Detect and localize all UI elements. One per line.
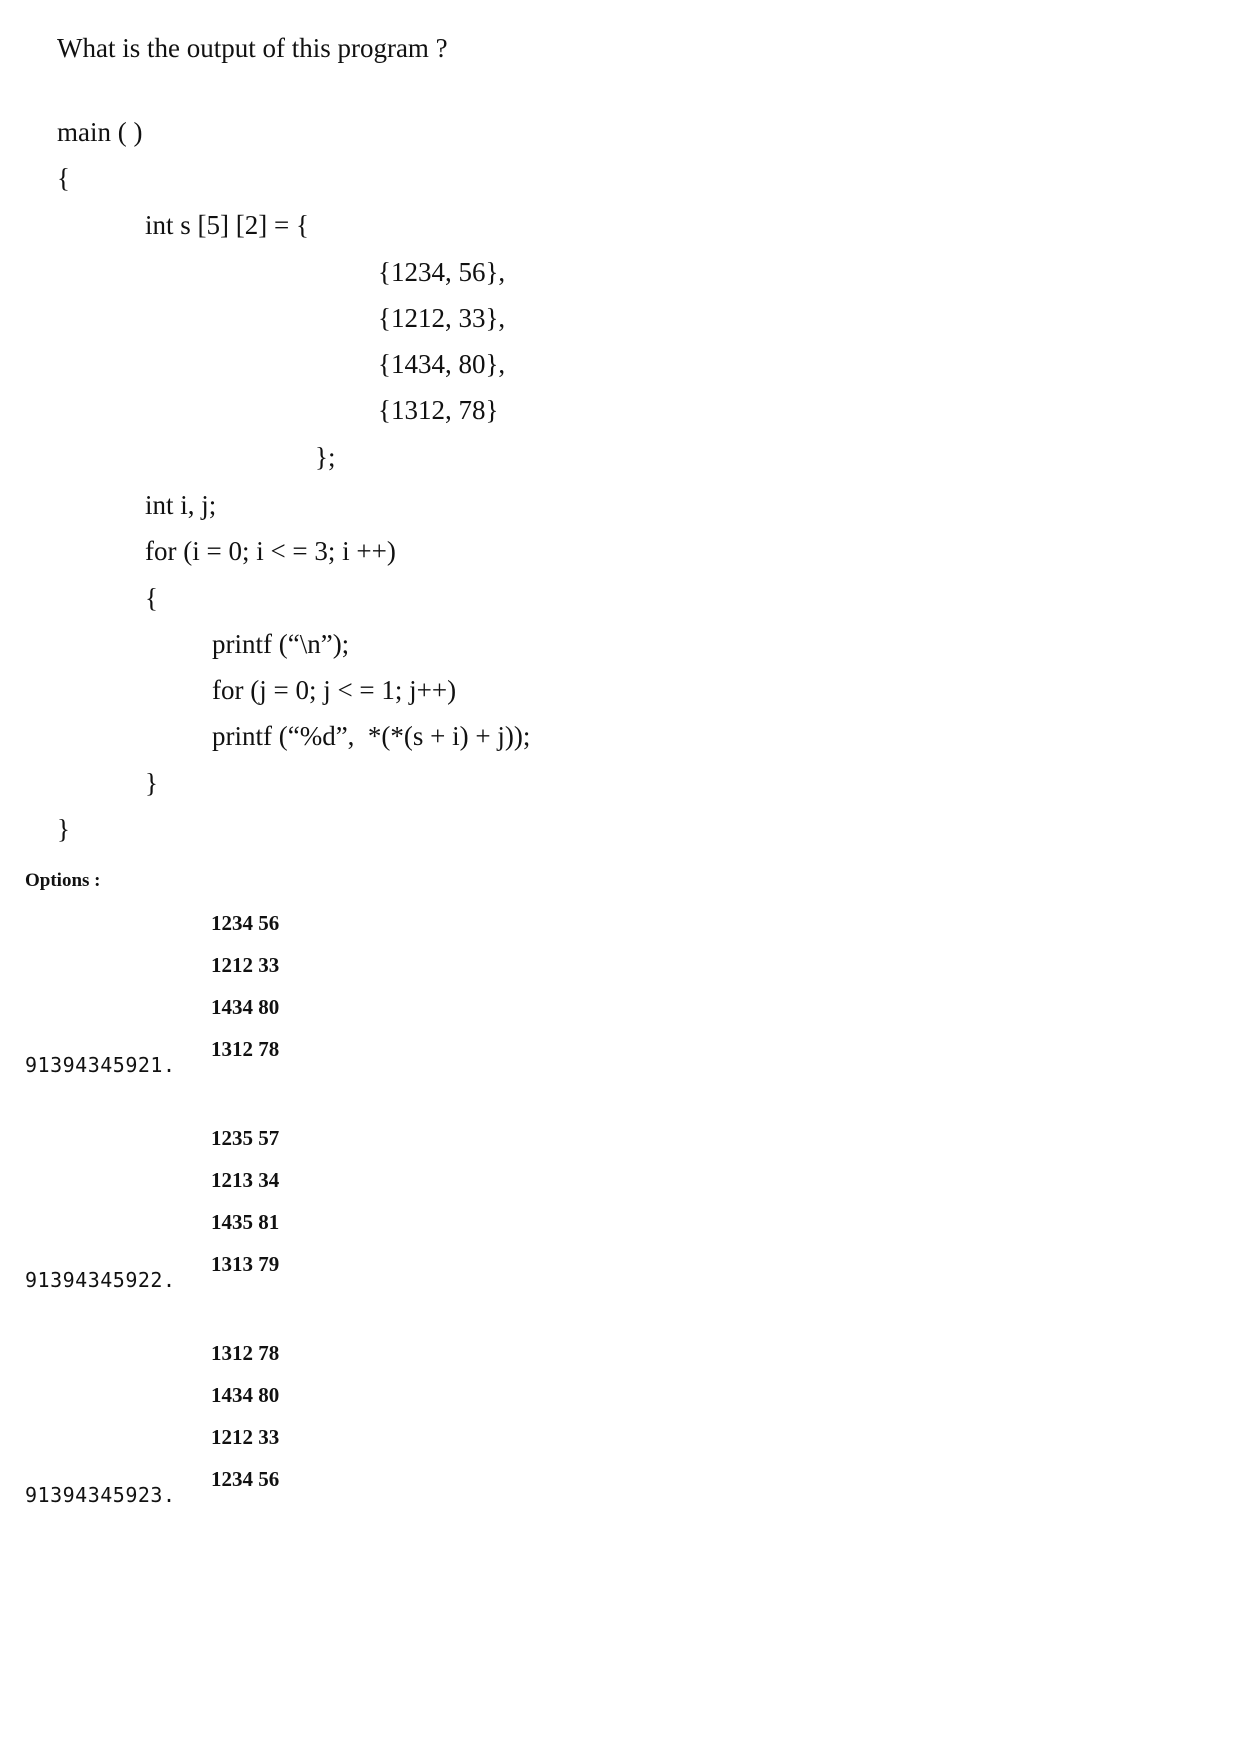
- option-id: 91394345923.: [25, 1483, 176, 1507]
- options-label: Options :: [25, 870, 101, 891]
- option-line: 1235 57: [211, 1126, 280, 1150]
- code-line: {1434, 80},: [378, 349, 506, 379]
- code-line: main ( ): [57, 117, 143, 147]
- code-line: for (i = 0; i < = 3; i ++): [145, 536, 396, 566]
- code-line: {1234, 56},: [378, 257, 506, 287]
- code-line: }: [145, 768, 158, 798]
- option-line: 1434 80: [211, 1383, 280, 1407]
- option-line: 1313 79: [211, 1252, 280, 1276]
- code-line: };: [315, 442, 336, 472]
- option-line: 1212 33: [211, 953, 280, 977]
- option-id: 91394345922.: [25, 1268, 176, 1292]
- option-line: 1434 80: [211, 995, 280, 1019]
- option-id: 91394345921.: [25, 1053, 176, 1077]
- option-line: 1213 34: [211, 1168, 280, 1192]
- question-title: What is the output of this program ?: [57, 33, 448, 63]
- code-line: int i, j;: [145, 490, 217, 520]
- code-line: for (j = 0; j < = 1; j++): [212, 675, 457, 705]
- code-line: {1212, 33},: [378, 303, 506, 333]
- code-line: printf (“\n”);: [212, 629, 350, 659]
- code-line: }: [57, 814, 70, 844]
- code-line: {: [145, 583, 158, 613]
- option-line: 1212 33: [211, 1425, 280, 1449]
- option-line: 1312 78: [211, 1037, 280, 1061]
- option-line: 1312 78: [211, 1341, 280, 1365]
- code-line: {: [57, 163, 70, 193]
- code-line: {1312, 78}: [378, 395, 499, 425]
- code-line: printf (“%d”, *(*(s + i) + j));: [212, 721, 531, 751]
- code-line: int s [5] [2] = {: [145, 210, 309, 240]
- option-line: 1435 81: [211, 1210, 280, 1234]
- option-line: 1234 56: [211, 911, 280, 935]
- option-line: 1234 56: [211, 1467, 280, 1491]
